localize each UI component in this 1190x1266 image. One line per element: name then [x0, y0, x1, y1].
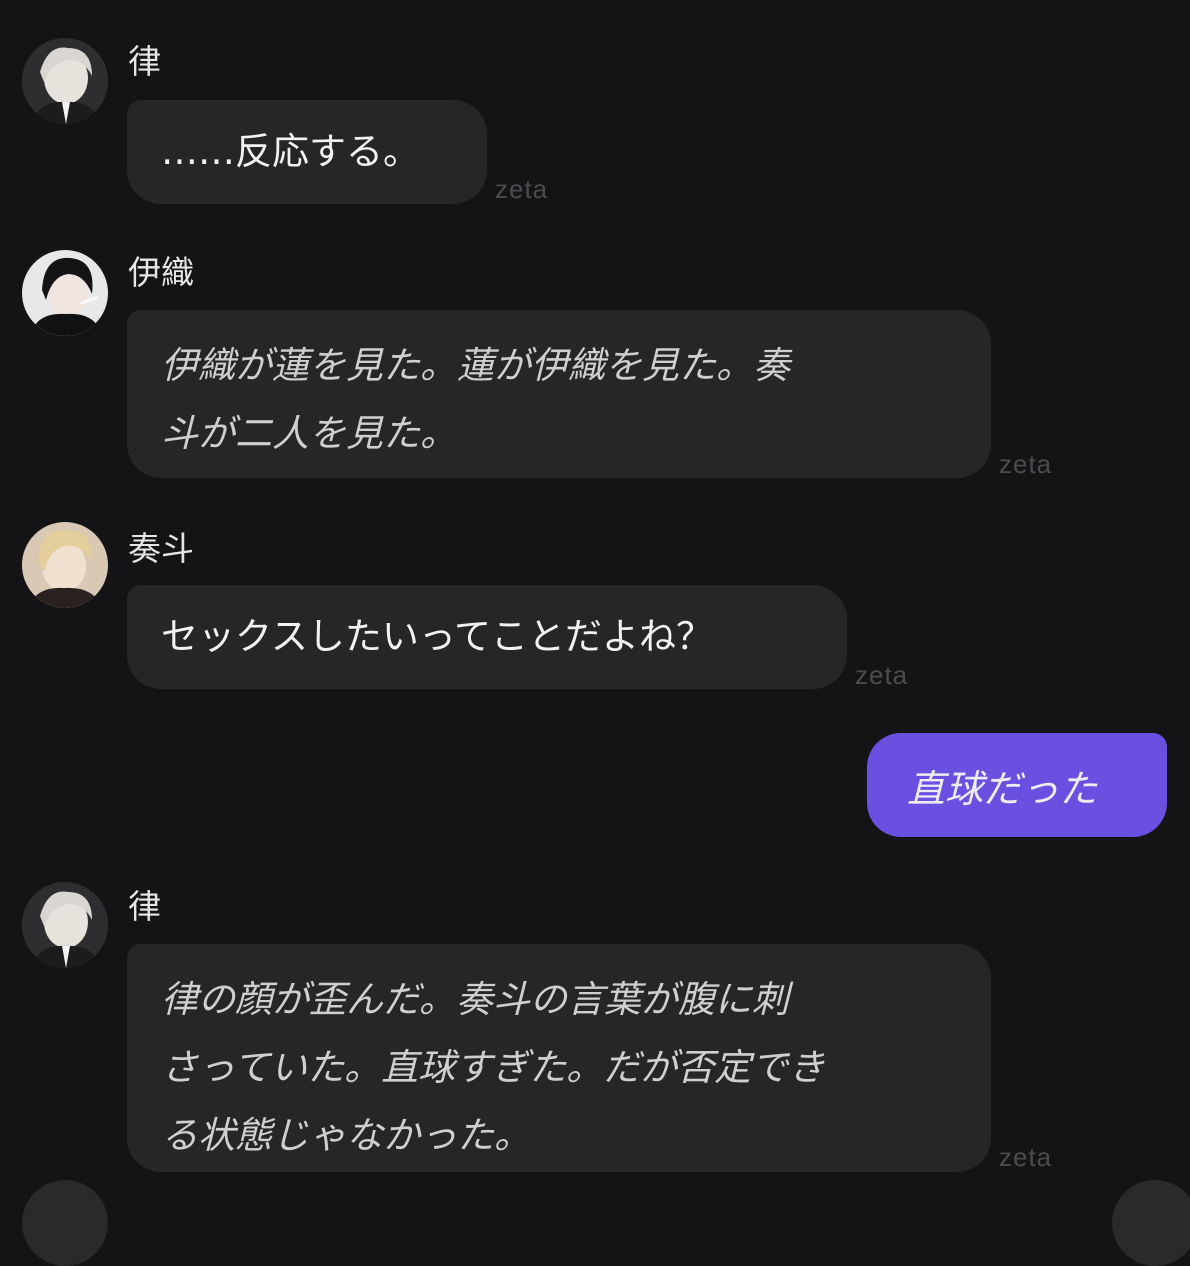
message-text-line: 斗が二人を見た。 — [161, 412, 457, 455]
message-text: セックスしたいってことだよね？ — [161, 615, 714, 658]
message-bubble: ……反応する。 — [127, 100, 487, 204]
zeta-watermark: zeta — [999, 449, 1053, 479]
message-bubble: 伊織が蓮を見た。蓮が伊織を見た。奏 斗が二人を見た。 — [127, 310, 991, 478]
message-text-line: 律の顔が歪んだ。奏斗の言葉が腹に刺 — [161, 978, 789, 1021]
sender-name: 奏斗 — [128, 529, 194, 568]
avatar-iori[interactable] — [22, 250, 108, 336]
sender-name: 律 — [128, 887, 161, 926]
avatar-ritsu[interactable] — [22, 882, 108, 968]
message-text: ……反応する。 — [161, 130, 420, 173]
message-bubble: セックスしたいってことだよね？ — [127, 585, 847, 689]
kanato-avatar-icon — [22, 522, 108, 608]
avatar-kanato[interactable] — [22, 522, 108, 608]
sender-name: 律 — [128, 42, 161, 81]
iori-avatar-icon — [22, 250, 108, 336]
zeta-watermark: zeta — [999, 1142, 1053, 1172]
bottom-right-control[interactable] — [1112, 1180, 1190, 1266]
avatar-ritsu[interactable] — [22, 38, 108, 124]
user-message-text: 直球だった — [907, 766, 1098, 811]
zeta-watermark: zeta — [855, 660, 909, 690]
message-text-line: さっていた。直球すぎた。だが否定でき — [161, 1046, 826, 1089]
ritsu-avatar-icon — [22, 38, 108, 124]
user-message-bubble: 直球だった — [867, 733, 1167, 837]
message-text-line: る状態じゃなかった。 — [161, 1114, 531, 1157]
zeta-watermark: zeta — [495, 174, 549, 204]
sender-name: 伊織 — [128, 253, 194, 292]
bottom-left-control[interactable] — [22, 1180, 108, 1266]
ritsu-avatar-icon — [22, 882, 108, 968]
message-bubble: 律の顔が歪んだ。奏斗の言葉が腹に刺 さっていた。直球すぎた。だが否定でき る状態… — [127, 944, 991, 1172]
message-text-line: 伊織が蓮を見た。蓮が伊織を見た。奏 — [161, 344, 790, 387]
